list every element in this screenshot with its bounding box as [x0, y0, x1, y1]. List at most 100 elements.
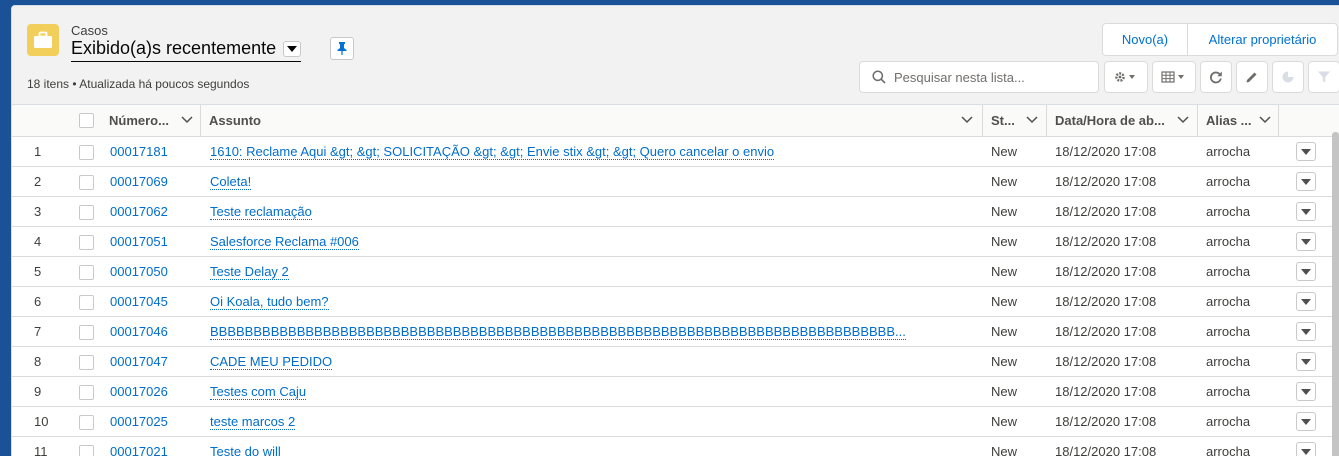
table-row: 6 00017045 Oi Koala, tudo bem? New 18/12… — [12, 287, 1339, 317]
row-checkbox[interactable] — [79, 265, 94, 280]
row-actions-button[interactable] — [1296, 352, 1316, 371]
subject-link[interactable]: Testes com Caju — [210, 384, 307, 400]
table-row: 4 00017051 Salesforce Reclama #006 New 1… — [12, 227, 1339, 257]
alias-cell: arrocha — [1206, 354, 1251, 369]
case-number-cell: 00017051 — [101, 227, 201, 257]
row-checkbox[interactable] — [79, 235, 94, 250]
case-number-link[interactable]: 00017062 — [110, 204, 168, 219]
table-row: 1 00017181 1610: Reclame Aqui &gt; &gt; … — [12, 137, 1339, 167]
case-number-cell: 00017045 — [101, 287, 201, 317]
case-number-link[interactable]: 00017051 — [110, 234, 168, 249]
chevron-down-icon — [1301, 418, 1311, 425]
subject-link[interactable]: teste marcos 2 — [210, 414, 296, 430]
row-checkbox[interactable] — [79, 295, 94, 310]
case-number-link[interactable]: 00017050 — [110, 264, 168, 279]
new-button[interactable]: Novo(a) — [1103, 24, 1187, 55]
subject-link[interactable]: 1610: Reclame Aqui &gt; &gt; SOLICITAÇÃO… — [210, 144, 775, 160]
search-input[interactable] — [894, 69, 1084, 85]
subject-link[interactable]: Salesforce Reclama #006 — [210, 234, 359, 250]
pie-chart-icon — [1282, 71, 1294, 83]
row-number: 2 — [34, 174, 42, 189]
case-number-link[interactable]: 00017181 — [110, 144, 168, 159]
table-row: 9 00017026 Testes com Caju New 18/12/202… — [12, 377, 1339, 407]
list-settings-button[interactable] — [1104, 61, 1148, 93]
column-label: Alias ... — [1206, 113, 1252, 128]
list-view-selector[interactable]: Exibido(a)s recentemente — [71, 37, 302, 62]
case-number-link[interactable]: 00017046 — [110, 324, 168, 339]
row-actions-button[interactable] — [1296, 322, 1316, 341]
column-header-subject[interactable]: Assunto — [201, 105, 983, 137]
charts-button[interactable] — [1272, 61, 1304, 93]
table-row: 3 00017062 Teste reclamação New 18/12/20… — [12, 197, 1339, 227]
display-as-button[interactable] — [1152, 61, 1196, 93]
select-all-checkbox[interactable] — [79, 113, 94, 128]
chevron-down-icon — [1301, 388, 1311, 395]
refresh-button[interactable] — [1200, 61, 1232, 93]
change-owner-button[interactable]: Alterar proprietário — [1187, 24, 1337, 55]
subject-link[interactable]: Oi Koala, tudo bem? — [210, 294, 329, 310]
inline-edit-button[interactable] — [1236, 61, 1268, 93]
row-checkbox[interactable] — [79, 385, 94, 400]
alias-cell: arrocha — [1206, 324, 1251, 339]
row-checkbox[interactable] — [79, 145, 94, 160]
table-header-row: Número... Assunto St... Data/Hora de ab.… — [12, 105, 1339, 137]
date-opened-cell: 18/12/2020 17:08 — [1055, 324, 1157, 339]
pin-list-view-button[interactable] — [330, 37, 354, 60]
subject-cell: teste marcos 2 — [201, 407, 983, 437]
case-number-link[interactable]: 00017025 — [110, 414, 168, 429]
status-cell: New — [991, 444, 1018, 456]
subject-link[interactable]: Teste reclamação — [210, 204, 312, 220]
date-opened-cell: 18/12/2020 17:08 — [1055, 174, 1157, 189]
case-number-link[interactable]: 00017026 — [110, 384, 168, 399]
subject-link[interactable]: Teste Delay 2 — [210, 264, 289, 280]
date-opened-cell: 18/12/2020 17:08 — [1055, 384, 1157, 399]
date-opened-cell: 18/12/2020 17:08 — [1055, 294, 1157, 309]
table-row: 11 00017021 Teste do will New 18/12/2020… — [12, 437, 1339, 456]
column-header-number[interactable]: Número... — [101, 105, 201, 137]
chevron-down-icon — [1301, 178, 1311, 185]
case-number-link[interactable]: 00017047 — [110, 354, 168, 369]
chevron-down-icon — [181, 116, 193, 124]
row-actions-button[interactable] — [1296, 232, 1316, 251]
case-number-link[interactable]: 00017069 — [110, 174, 168, 189]
subject-cell: 1610: Reclame Aqui &gt; &gt; SOLICITAÇÃO… — [201, 137, 983, 167]
case-number-link[interactable]: 00017021 — [110, 444, 168, 456]
row-actions-button[interactable] — [1296, 382, 1316, 401]
row-checkbox[interactable] — [79, 205, 94, 220]
row-checkbox[interactable] — [79, 445, 94, 456]
row-actions-button[interactable] — [1296, 172, 1316, 191]
list-view-dropdown-button[interactable] — [283, 40, 302, 57]
row-checkbox[interactable] — [79, 175, 94, 190]
case-number-cell: 00017181 — [101, 137, 201, 167]
column-header-alias[interactable]: Alias ... — [1198, 105, 1279, 137]
row-checkbox[interactable] — [79, 325, 94, 340]
row-actions-button[interactable] — [1296, 262, 1316, 281]
subject-cell: Teste do will — [201, 437, 983, 456]
alias-cell: arrocha — [1206, 204, 1251, 219]
row-actions-button[interactable] — [1296, 142, 1316, 161]
column-header-date-opened[interactable]: Data/Hora de ab... — [1047, 105, 1198, 137]
actions-header — [1279, 105, 1329, 137]
chevron-down-icon — [1177, 116, 1189, 124]
chevron-down-icon — [1301, 448, 1311, 455]
case-number-link[interactable]: 00017045 — [110, 294, 168, 309]
filter-button[interactable] — [1308, 61, 1339, 93]
subject-cell: Oi Koala, tudo bem? — [201, 287, 983, 317]
row-actions-button[interactable] — [1296, 292, 1316, 311]
row-actions-button[interactable] — [1296, 442, 1316, 456]
row-actions-button[interactable] — [1296, 202, 1316, 221]
list-meta-info: 18 itens • Atualizada há poucos segundos — [27, 77, 250, 91]
subject-link[interactable]: CADE MEU PEDIDO — [210, 354, 333, 370]
alias-cell: arrocha — [1206, 444, 1251, 456]
row-actions-button[interactable] — [1296, 412, 1316, 431]
subject-link[interactable]: Coleta! — [210, 174, 252, 190]
row-checkbox[interactable] — [79, 415, 94, 430]
row-checkbox[interactable] — [79, 355, 94, 370]
subject-link[interactable]: BBBBBBBBBBBBBBBBBBBBBBBBBBBBBBBBBBBBBBBB… — [210, 324, 906, 340]
row-actions-cell — [1279, 167, 1329, 197]
chevron-down-icon — [1301, 268, 1311, 275]
column-header-status[interactable]: St... — [983, 105, 1047, 137]
scrollbar[interactable] — [1332, 132, 1339, 456]
chevron-down-icon — [1301, 148, 1311, 155]
subject-link[interactable]: Teste do will — [210, 444, 281, 456]
